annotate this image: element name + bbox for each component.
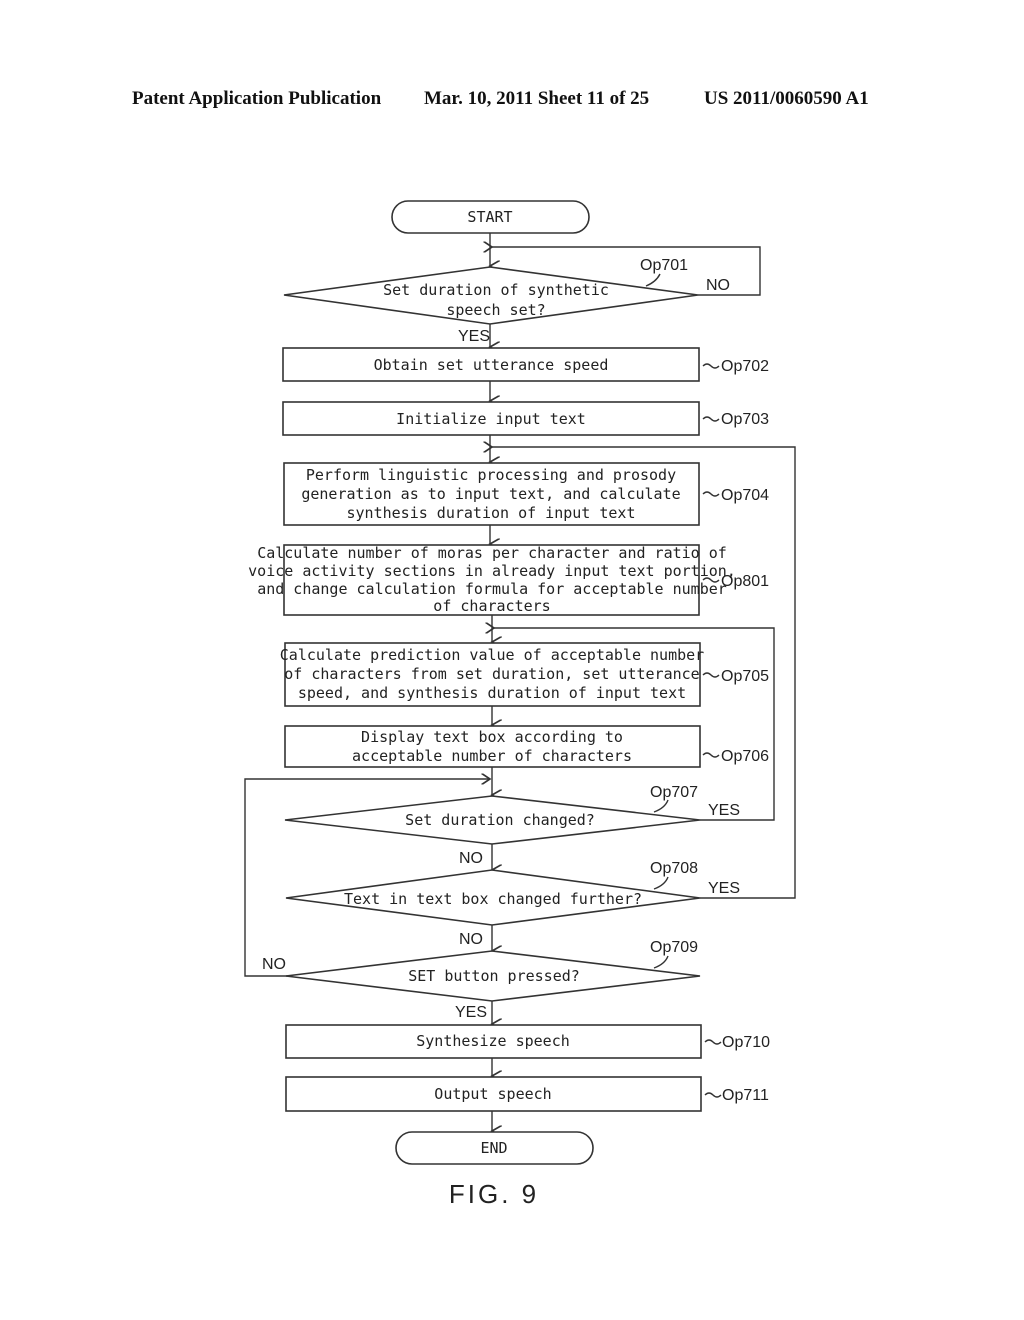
process-op703: Initialize input text Op703 — [282, 401, 769, 436]
op710-line-1: Synthesize speech — [416, 1032, 570, 1050]
op706-ref: Op706 — [721, 748, 769, 765]
process-op704: Perform linguistic processing and prosod… — [283, 462, 769, 526]
process-op711: Output speech Op711 — [285, 1076, 769, 1112]
op704-line-2: generation as to input text, and calcula… — [301, 485, 680, 503]
op709-ref: Op709 — [650, 939, 698, 956]
op708-ref: Op708 — [650, 860, 698, 877]
op709-no-label: NO — [262, 956, 286, 973]
op709-line-1: SET button pressed? — [408, 967, 580, 985]
flowchart: START Set duration of synthetic speech s… — [244, 200, 796, 1209]
op702-line-1: Obtain set utterance speed — [374, 356, 609, 374]
figure-label: FIG. 9 — [449, 1179, 539, 1209]
decision-op708: Text in text box changed further? Op708 … — [285, 860, 740, 948]
op702-ref: Op702 — [721, 358, 769, 375]
start-terminal: START — [391, 200, 590, 234]
op705-ref: Op705 — [721, 668, 769, 685]
op705-line-1: Calculate prediction value of acceptable… — [280, 646, 704, 664]
process-op706: Display text box according to acceptable… — [284, 725, 769, 768]
op707-ref: Op707 — [650, 784, 698, 801]
process-op702: Obtain set utterance speed Op702 — [282, 347, 769, 382]
process-op801: Calculate number of moras per character … — [248, 544, 769, 616]
op701-leader — [645, 273, 661, 287]
op701-line-2: speech set? — [446, 301, 545, 319]
op704-line-3: synthesis duration of input text — [347, 504, 636, 522]
op706-line-1: Display text box according to — [361, 728, 623, 746]
op704-ref: Op704 — [721, 487, 769, 504]
op708-yes-label: YES — [708, 880, 740, 897]
decision-op707: Set duration changed? Op707 YES NO — [284, 784, 740, 867]
op711-line-1: Output speech — [434, 1085, 551, 1103]
op801-line-1: Calculate number of moras per character … — [257, 544, 727, 562]
op701-line-1: Set duration of synthetic — [383, 281, 609, 299]
op701-yes-label: YES — [458, 328, 490, 345]
op708-no-label: NO — [459, 931, 483, 948]
op801-ref: Op801 — [721, 573, 769, 590]
op711-ref: Op711 — [722, 1087, 769, 1104]
end-terminal: END — [395, 1131, 594, 1165]
op707-no-label: NO — [459, 850, 483, 867]
op701-no-label: NO — [706, 277, 730, 294]
op705-line-3: speed, and synthesis duration of input t… — [298, 684, 686, 702]
op705-line-2: of characters from set duration, set utt… — [284, 665, 699, 683]
process-op710: Synthesize speech Op710 — [285, 1024, 770, 1059]
start-label: START — [467, 208, 512, 226]
op707-yes-label: YES — [708, 802, 740, 819]
op703-line-1: Initialize input text — [396, 410, 586, 428]
decision-op701: Set duration of synthetic speech set? Op… — [283, 257, 730, 345]
op801-line-2: voice activity sections in already input… — [248, 562, 736, 580]
op701-ref: Op701 — [640, 257, 688, 274]
op703-ref: Op703 — [721, 411, 769, 428]
op801-line-4: of characters — [433, 597, 550, 615]
op709-yes-label: YES — [455, 1004, 487, 1021]
op707-line-1: Set duration changed? — [405, 811, 595, 829]
op801-line-3: and change calculation formula for accep… — [257, 580, 727, 598]
op710-ref: Op710 — [722, 1034, 770, 1051]
op706-line-2: acceptable number of characters — [352, 747, 632, 765]
end-label: END — [480, 1139, 507, 1157]
process-op705: Calculate prediction value of acceptable… — [280, 642, 769, 707]
op708-line-1: Text in text box changed further? — [344, 890, 642, 908]
op704-line-1: Perform linguistic processing and prosod… — [306, 466, 676, 484]
decision-op709: SET button pressed? Op709 NO YES — [262, 939, 701, 1021]
